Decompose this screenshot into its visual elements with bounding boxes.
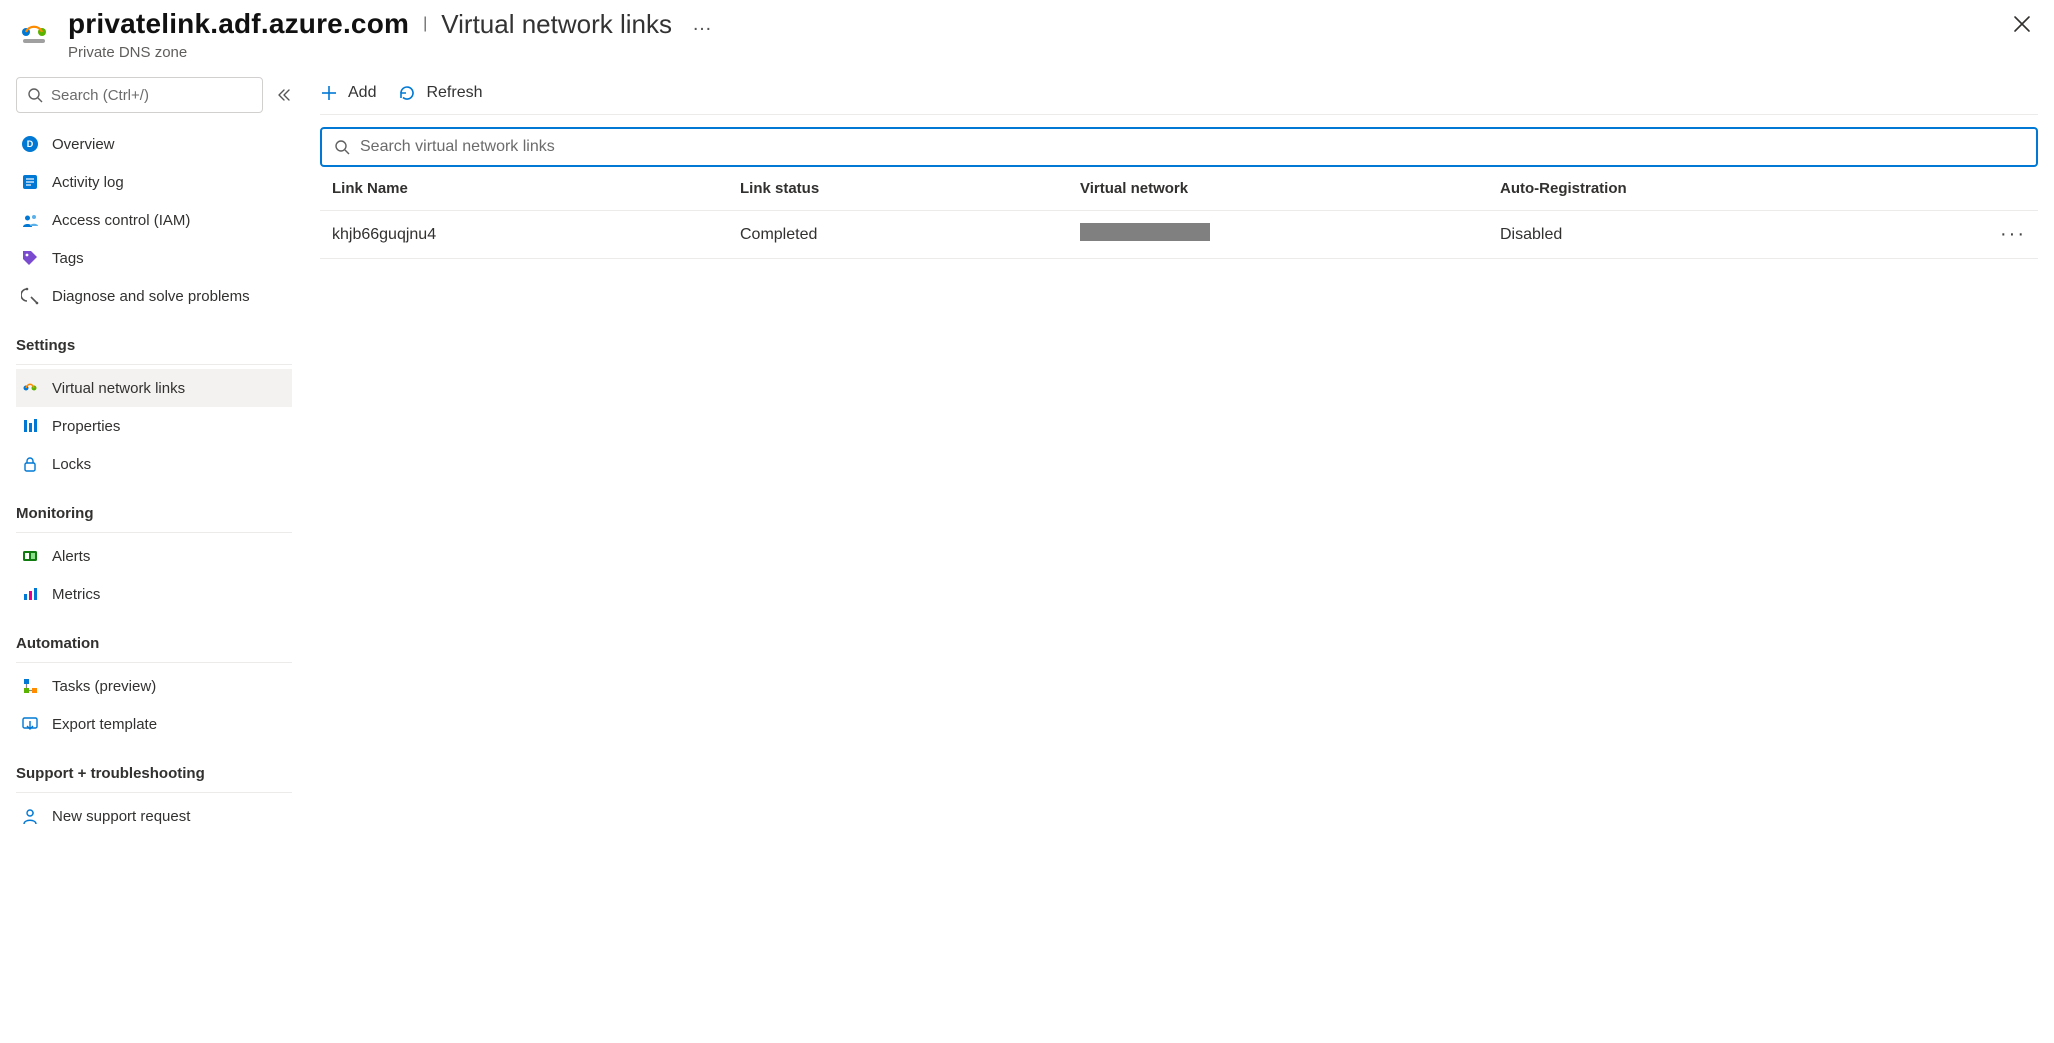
vnet-links-icon — [20, 378, 40, 398]
command-bar: Add Refresh — [320, 71, 2038, 115]
dns-zone-icon — [16, 14, 52, 50]
svg-text:D: D — [27, 139, 34, 149]
sidebar-item-alerts[interactable]: Alerts — [16, 537, 292, 575]
close-button[interactable] — [2006, 8, 2038, 40]
properties-icon — [20, 416, 40, 436]
sidebar-section-support: Support + troubleshooting — [16, 765, 292, 793]
refresh-button[interactable]: Refresh — [398, 84, 482, 102]
table-row[interactable]: khjb66guqjnu4 Completed Disabled ··· — [320, 211, 2038, 259]
vnet-links-table: Link Name Link status Virtual network Au… — [320, 167, 2038, 259]
alerts-icon — [20, 546, 40, 566]
locks-icon — [20, 454, 40, 474]
title-more-icon[interactable]: … — [686, 13, 720, 36]
col-header-link-name[interactable]: Link Name — [320, 180, 740, 197]
sidebar-section-automation: Automation — [16, 635, 292, 663]
resource-type-label: Private DNS zone — [68, 44, 2006, 61]
row-context-menu-button[interactable]: ··· — [2000, 223, 2026, 246]
sidebar-item-new-support-request[interactable]: New support request — [16, 797, 292, 835]
sidebar-item-label: Access control (IAM) — [52, 212, 190, 229]
sidebar-item-properties[interactable]: Properties — [16, 407, 292, 445]
add-label: Add — [348, 84, 376, 102]
sidebar-item-overview[interactable]: D Overview — [16, 125, 292, 163]
search-vnet-links-input[interactable] — [350, 137, 2024, 157]
title-separator: | — [423, 15, 427, 33]
sidebar-item-activity-log[interactable]: Activity log — [16, 163, 292, 201]
sidebar-item-label: Properties — [52, 418, 120, 435]
iam-icon — [20, 210, 40, 230]
collapse-sidebar-button[interactable] — [273, 83, 292, 107]
sidebar-item-label: Activity log — [52, 174, 124, 191]
sidebar-item-label: Diagnose and solve problems — [52, 288, 250, 305]
sidebar-item-label: Export template — [52, 716, 157, 733]
export-template-icon — [20, 714, 40, 734]
table-header: Link Name Link status Virtual network Au… — [320, 167, 2038, 211]
sidebar-item-locks[interactable]: Locks — [16, 445, 292, 483]
sidebar-section-monitoring: Monitoring — [16, 505, 292, 533]
refresh-label: Refresh — [426, 84, 482, 102]
sidebar-item-label: Virtual network links — [52, 380, 185, 397]
col-header-link-status[interactable]: Link status — [740, 180, 1080, 197]
sidebar-search[interactable] — [16, 77, 263, 113]
redacted-vnet-value — [1080, 223, 1210, 241]
refresh-icon — [398, 84, 416, 102]
activity-log-icon — [20, 172, 40, 192]
cell-auto-reg: Disabled — [1500, 226, 1988, 244]
sidebar-item-export-template[interactable]: Export template — [16, 705, 292, 743]
sidebar-section-settings: Settings — [16, 337, 292, 365]
search-icon — [334, 139, 350, 155]
cell-link-name: khjb66guqjnu4 — [320, 226, 740, 244]
sidebar-item-vnet-links[interactable]: Virtual network links — [16, 369, 292, 407]
sidebar-item-tasks[interactable]: Tasks (preview) — [16, 667, 292, 705]
blade-header: privatelink.adf.azure.com | Virtual netw… — [0, 0, 2054, 71]
sidebar-item-label: Tags — [52, 250, 84, 267]
sidebar-item-label: Locks — [52, 456, 91, 473]
col-header-auto-reg[interactable]: Auto-Registration — [1500, 180, 1988, 197]
sidebar-item-metrics[interactable]: Metrics — [16, 575, 292, 613]
sidebar-item-iam[interactable]: Access control (IAM) — [16, 201, 292, 239]
support-icon — [20, 806, 40, 826]
col-header-vnet[interactable]: Virtual network — [1080, 180, 1500, 197]
tasks-icon — [20, 676, 40, 696]
resource-title: privatelink.adf.azure.com — [68, 8, 409, 40]
sidebar-item-label: Overview — [52, 136, 115, 153]
search-vnet-links[interactable] — [320, 127, 2038, 167]
sidebar-item-label: Metrics — [52, 586, 100, 603]
add-button[interactable]: Add — [320, 84, 376, 102]
metrics-icon — [20, 584, 40, 604]
sidebar: D Overview Activity log Access control (… — [0, 71, 300, 835]
sidebar-item-label: New support request — [52, 808, 190, 825]
cell-link-status: Completed — [740, 226, 1080, 244]
tags-icon — [20, 248, 40, 268]
sidebar-item-label: Tasks (preview) — [52, 678, 156, 695]
search-icon — [27, 87, 43, 103]
sidebar-item-tags[interactable]: Tags — [16, 239, 292, 277]
diagnose-icon — [20, 286, 40, 306]
overview-icon: D — [20, 134, 40, 154]
page-title: Virtual network links — [441, 9, 672, 40]
cell-vnet — [1080, 223, 1500, 246]
sidebar-item-diagnose[interactable]: Diagnose and solve problems — [16, 277, 292, 315]
sidebar-search-input[interactable] — [43, 86, 252, 105]
plus-icon — [320, 84, 338, 102]
main-content: Add Refresh Link Name Link status Virtua… — [300, 71, 2054, 835]
sidebar-item-label: Alerts — [52, 548, 90, 565]
